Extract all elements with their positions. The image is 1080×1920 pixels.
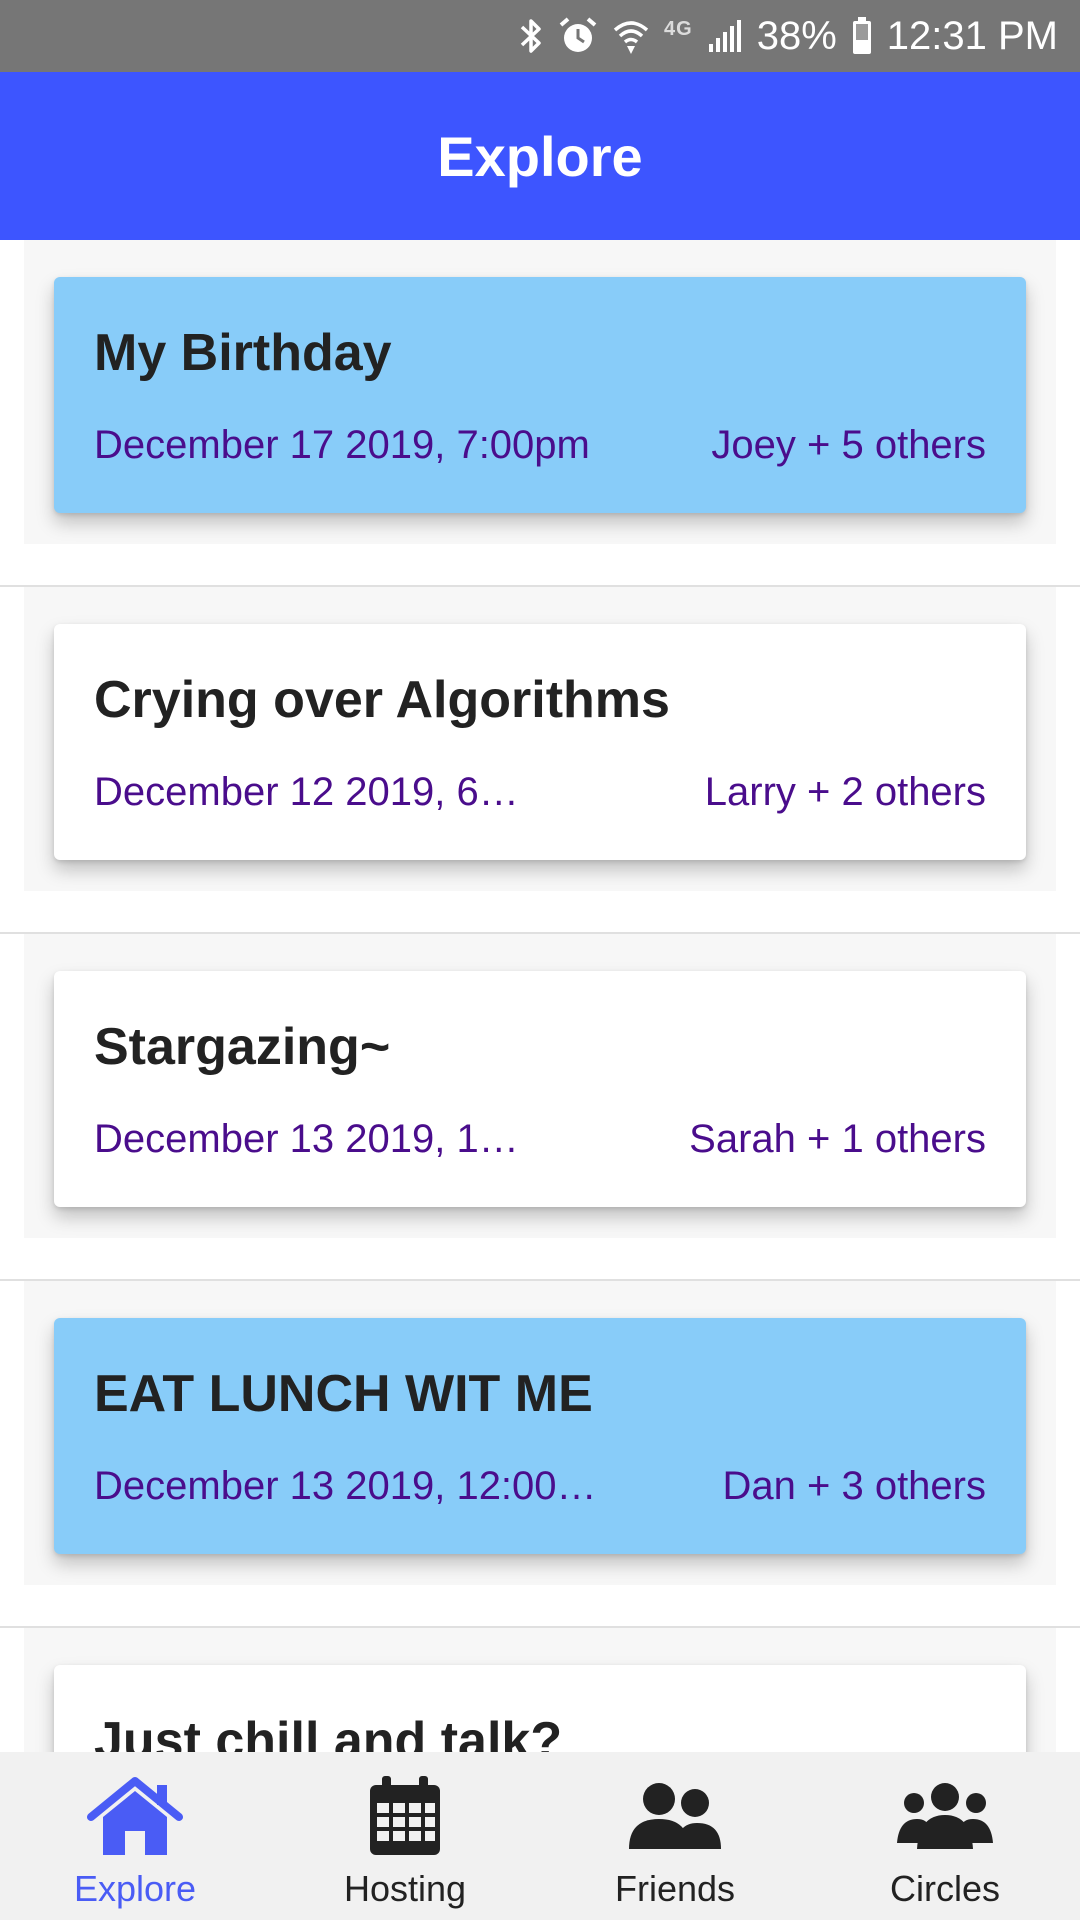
event-card[interactable]: Stargazing~ December 13 2019, 1… Sarah +… bbox=[54, 971, 1026, 1207]
nav-item-circles[interactable]: Circles bbox=[810, 1752, 1080, 1920]
event-title: My Birthday bbox=[94, 324, 392, 382]
event-card[interactable]: EAT LUNCH WIT ME December 13 2019, 12:00… bbox=[54, 1318, 1026, 1554]
nav-item-explore[interactable]: Explore bbox=[0, 1752, 270, 1920]
status-bar: 4G 38% 12:31 PM bbox=[0, 0, 1080, 72]
nav-label: Hosting bbox=[343, 1868, 467, 1909]
nav-label: Circles bbox=[889, 1868, 1000, 1909]
event-card[interactable]: Just chill and talk? bbox=[54, 1665, 1026, 1752]
event-title: EAT LUNCH WIT ME bbox=[94, 1365, 593, 1423]
list-item: Just chill and talk? bbox=[0, 1628, 1080, 1752]
event-list[interactable]: My Birthday December 17 2019, 7:00pm Joe… bbox=[0, 240, 1080, 1752]
battery-percent: 38% bbox=[756, 13, 837, 58]
circles-icon bbox=[897, 1768, 993, 1864]
bottom-navigation: Explore Hosting Friends Circles bbox=[0, 1752, 1080, 1920]
list-item: Stargazing~ December 13 2019, 1… Sarah +… bbox=[0, 934, 1080, 1281]
event-title: Just chill and talk? bbox=[94, 1712, 563, 1752]
event-title: Crying over Algorithms bbox=[94, 671, 670, 729]
event-date: December 13 2019, 1… bbox=[94, 1117, 519, 1161]
bluetooth-icon bbox=[518, 16, 544, 56]
clock-time: 12:31 PM bbox=[886, 13, 1058, 58]
nav-label: Explore bbox=[73, 1868, 197, 1909]
home-icon bbox=[87, 1768, 183, 1864]
list-item: Crying over Algorithms December 12 2019,… bbox=[0, 587, 1080, 934]
event-attendees: Dan + 3 others bbox=[722, 1464, 987, 1508]
event-card[interactable]: Crying over Algorithms December 12 2019,… bbox=[54, 624, 1026, 860]
alarm-icon bbox=[558, 16, 598, 56]
signal-icon bbox=[707, 18, 743, 54]
network-type-label: 4G bbox=[664, 17, 693, 40]
event-card[interactable]: My Birthday December 17 2019, 7:00pm Joe… bbox=[54, 277, 1026, 513]
list-item: EAT LUNCH WIT ME December 13 2019, 12:00… bbox=[0, 1281, 1080, 1628]
event-attendees: Joey + 5 others bbox=[711, 423, 986, 467]
event-date: December 17 2019, 7:00pm bbox=[94, 423, 590, 467]
nav-item-hosting[interactable]: Hosting bbox=[270, 1752, 540, 1920]
list-item: My Birthday December 17 2019, 7:00pm Joe… bbox=[0, 240, 1080, 587]
calendar-icon bbox=[368, 1768, 442, 1864]
event-attendees: Larry + 2 others bbox=[704, 770, 986, 814]
explore-screen: 4G 38% 12:31 PM Explore My Birthday Dece… bbox=[0, 0, 1080, 1920]
event-date: December 13 2019, 12:00… bbox=[94, 1464, 597, 1508]
event-attendees: Sarah + 1 others bbox=[689, 1117, 986, 1161]
nav-item-friends[interactable]: Friends bbox=[540, 1752, 810, 1920]
wifi-icon bbox=[612, 16, 650, 56]
nav-label: Friends bbox=[614, 1868, 736, 1909]
battery-icon bbox=[851, 16, 873, 56]
event-title: Stargazing~ bbox=[94, 1018, 391, 1076]
friends-icon bbox=[627, 1768, 723, 1864]
event-date: December 12 2019, 6… bbox=[94, 770, 519, 814]
page-title: Explore bbox=[437, 124, 643, 188]
app-bar: Explore bbox=[0, 72, 1080, 240]
